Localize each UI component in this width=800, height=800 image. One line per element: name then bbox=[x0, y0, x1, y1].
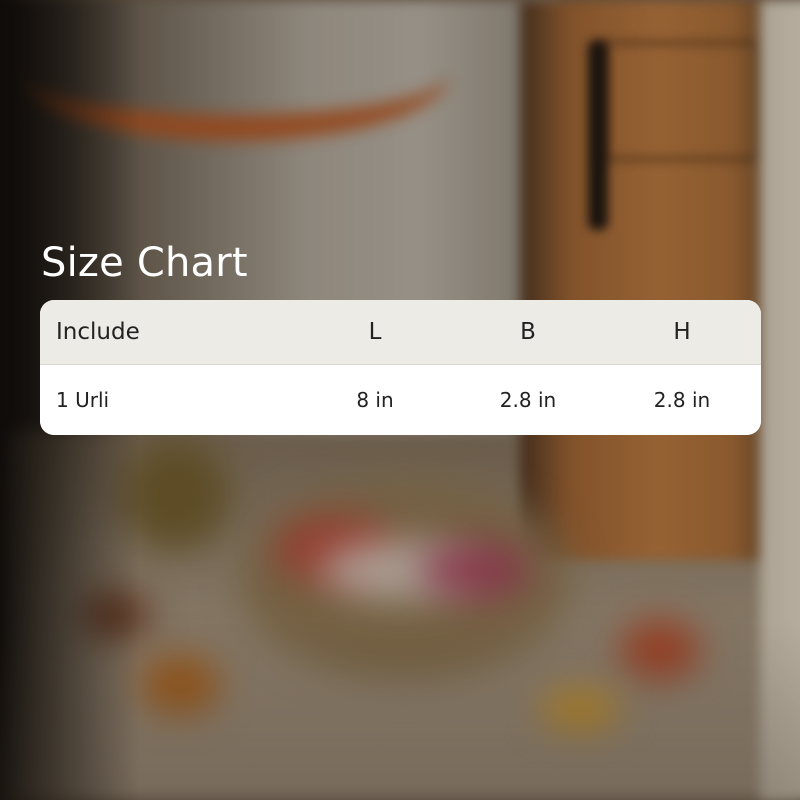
table-header-row: Include L B H bbox=[40, 300, 761, 365]
table-row: 1 Urli 8 in 2.8 in 2.8 in bbox=[40, 365, 761, 435]
header-height: H bbox=[673, 319, 691, 345]
page-title: Size Chart bbox=[41, 240, 248, 286]
size-chart-table: Include L B H 1 Urli 8 in 2.8 in 2.8 in bbox=[40, 300, 761, 435]
cell-length: 8 in bbox=[356, 388, 394, 412]
cell-height: 2.8 in bbox=[653, 388, 711, 412]
cell-breadth: 2.8 in bbox=[499, 388, 557, 412]
cell-include: 1 Urli bbox=[56, 388, 110, 412]
header-include: Include bbox=[56, 319, 140, 345]
header-breadth: B bbox=[520, 319, 536, 345]
header-length: L bbox=[368, 319, 382, 345]
